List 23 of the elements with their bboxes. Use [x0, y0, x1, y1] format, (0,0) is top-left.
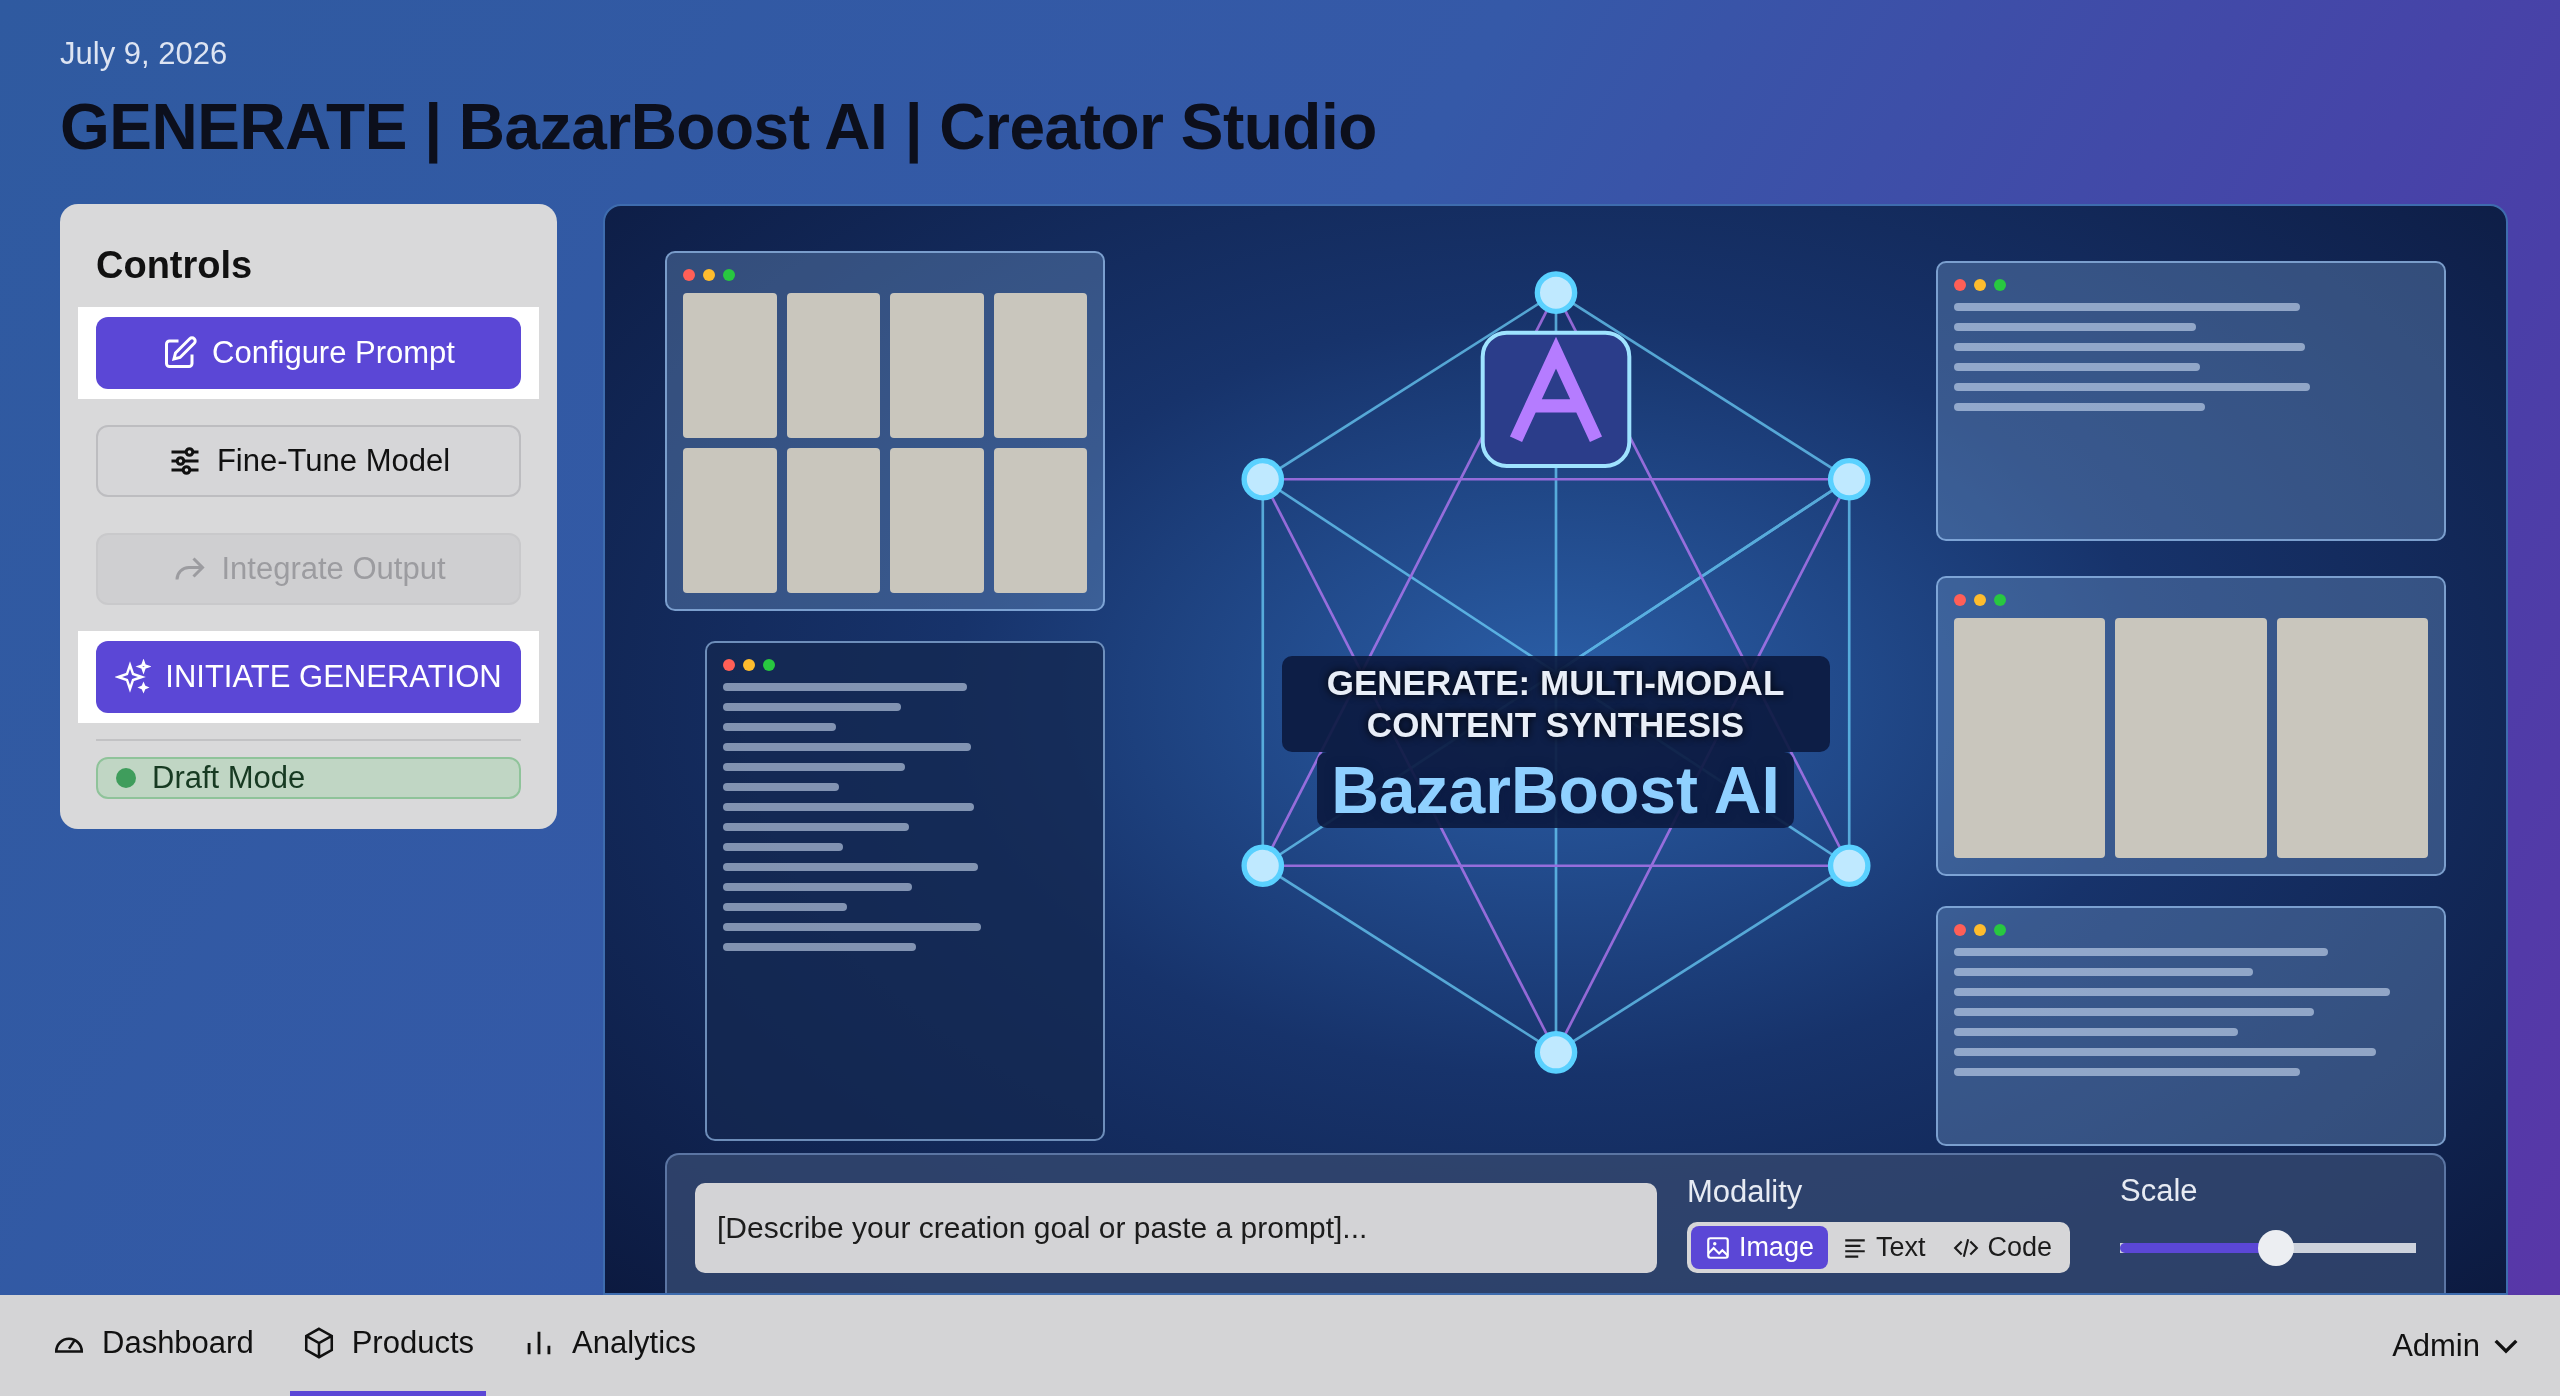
modality-option[interactable]: Image	[1690, 1226, 1828, 1269]
nav-tab[interactable]: Products	[289, 1295, 486, 1396]
nav-tab[interactable]: Dashboard	[40, 1295, 266, 1396]
control-button[interactable]: Fine-Tune Model	[96, 425, 521, 497]
nav-tab[interactable]: Analytics	[510, 1295, 709, 1396]
hero-brand: BazarBoost AI	[1317, 752, 1794, 828]
slider-handle[interactable]	[2257, 1230, 2294, 1266]
prompt-field[interactable]: [Describe your creation goal or paste a prompt]...	[695, 1183, 1657, 1273]
control-button[interactable]: INITIATE GENERATION	[96, 641, 521, 713]
edit-icon	[162, 335, 198, 371]
sparkle-icon	[115, 659, 152, 695]
date-label: July 9, 2026	[60, 36, 229, 72]
modality-label: Modality	[1686, 1174, 1804, 1210]
page-title: GENERATE | BazarBoost AI | Creator Studio	[60, 90, 1378, 164]
modality-option[interactable]: Code	[1939, 1226, 2066, 1269]
control-button[interactable]: Configure Prompt	[96, 317, 521, 389]
status-label: Draft Mode	[152, 760, 306, 796]
modality-option[interactable]: Text	[1827, 1226, 1940, 1269]
hero-headline: GENERATE: MULTI-MODAL CONTENT SYNTHESIS	[1281, 656, 1830, 752]
image-icon	[1704, 1234, 1731, 1261]
panel-title: Controls	[96, 244, 254, 287]
scale-label: Scale	[2120, 1173, 2199, 1209]
user-menu[interactable]: Admin	[2386, 1295, 2524, 1396]
